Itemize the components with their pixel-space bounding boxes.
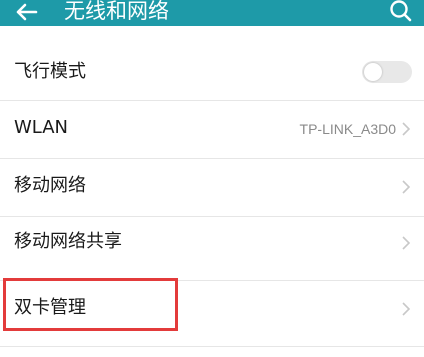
search-icon[interactable] <box>388 0 414 24</box>
tethering-label: 移动网络共享 <box>14 231 122 252</box>
chevron-right-icon <box>402 236 411 250</box>
divider <box>0 216 424 217</box>
airplane-mode-label: 飞行模式 <box>14 61 86 82</box>
wlan-network-name: TP-LINK_A3D0 <box>299 121 396 137</box>
divider <box>0 100 424 101</box>
toggle-knob <box>364 63 382 81</box>
chevron-right-icon <box>402 302 411 316</box>
page-title: 无线和网络 <box>64 0 169 23</box>
wlan-row[interactable]: WLAN TP-LINK_A3D0 <box>0 114 424 146</box>
airplane-mode-row[interactable]: 飞行模式 <box>0 56 424 88</box>
divider <box>0 346 424 347</box>
back-arrow-icon[interactable] <box>12 1 40 25</box>
chevron-right-icon <box>402 122 411 136</box>
mobile-network-row[interactable]: 移动网络 <box>0 172 424 204</box>
airplane-mode-toggle[interactable] <box>362 61 412 83</box>
divider <box>0 158 424 159</box>
mobile-network-label: 移动网络 <box>14 175 86 196</box>
chevron-right-icon <box>402 180 411 194</box>
tethering-row[interactable]: 移动网络共享 <box>0 230 424 262</box>
highlight-box <box>3 278 178 331</box>
wlan-label: WLAN <box>14 117 69 138</box>
app-bar: 无线和网络 <box>0 0 424 26</box>
